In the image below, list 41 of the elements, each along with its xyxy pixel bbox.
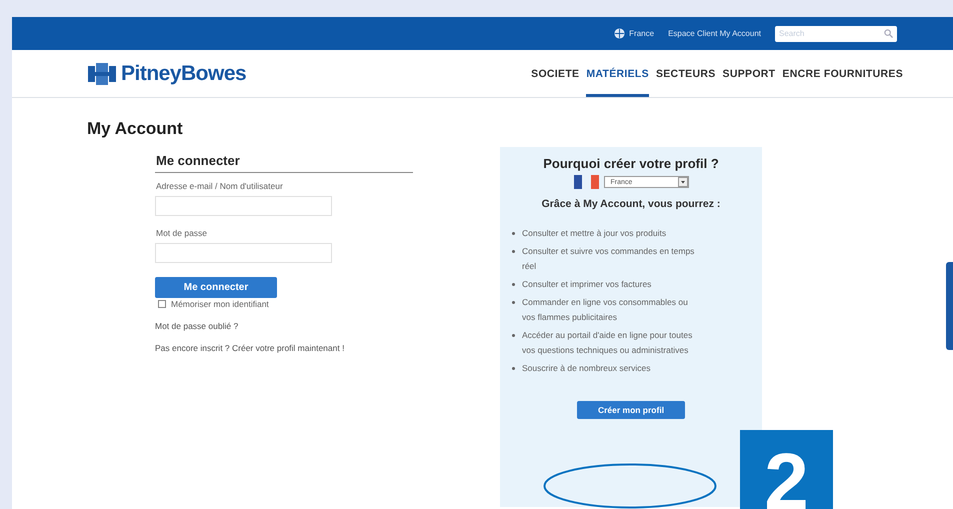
dropdown-icon[interactable] [678,177,688,187]
nav-tab[interactable]: SUPPORT [722,50,776,97]
benefit-text: Accéder au portail d'aide en ligne pour toutes vos questions techniques ou administratives [522,329,694,358]
checkbox-label[interactable]: Mémoriser mon identifiant [171,299,269,309]
country-link[interactable]: France [629,29,654,38]
benefit-text: Souscrire à de nombreux services [522,362,652,376]
field-label: Mot de passe [156,228,208,238]
globe-icon [614,28,626,39]
search-icon[interactable] [884,29,893,38]
nav-tab[interactable]: SOCIETE [531,50,580,97]
create-profile-button[interactable]: Créer mon profil [577,401,685,420]
section-title: Me connecter [155,153,413,173]
bullet-icon [512,232,515,236]
login-button[interactable]: Me connecter [155,277,277,298]
bullet-icon [512,250,515,254]
register-link[interactable]: Pas encore inscrit ? Créer votre profil maintenant ! [155,342,365,355]
benefit-text: Consulter et imprimer vos factures [522,278,652,292]
bullet-icon [512,334,515,338]
forgot-password-link[interactable]: Mot de passe oublié ? [155,321,238,333]
step-badge: 2 [740,430,833,509]
nav-tab[interactable]: MATÉRIELS [586,50,649,97]
password-field[interactable] [155,243,332,263]
nav-tab[interactable]: SECTEURS [656,50,716,97]
page-title: My Account [86,118,184,139]
checkbox[interactable] [158,300,166,308]
bullet-icon [512,301,515,304]
panel-intro: Grâce à My Account, vous pourrez : [540,197,722,212]
search-field[interactable]: Search [775,26,897,42]
benefit-text: Consulter et suivre vos commandes en temps réel [522,245,696,274]
email-field[interactable] [155,196,332,216]
logo-text[interactable]: PitneyBowes [121,62,246,86]
account-link[interactable]: Espace Client My Account [668,29,761,38]
bullet-icon [512,367,515,370]
panel-title: Pourquoi créer votre profil ? [543,156,719,171]
benefit-text: Commander en ligne vos consommables ou vos flammes publicitaires [522,296,689,324]
bullet-icon [512,283,515,286]
logo-icon [88,62,116,84]
nav-tab[interactable]: ENCRE FOURNITURES [782,50,903,97]
field-label: Adresse e-mail / Nom d'utilisateur [156,181,283,191]
flag-icon [574,175,598,189]
benefit-text: Consulter et mettre à jour vos produits [522,227,668,240]
